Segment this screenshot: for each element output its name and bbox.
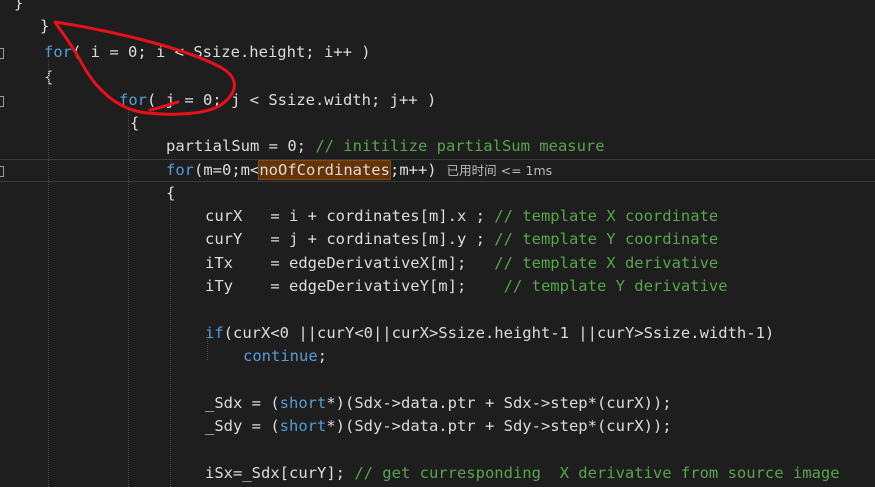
code-line[interactable]: iTx = edgeDerivativeX[m]; // template X … (0, 252, 875, 275)
code-text: for(m=0;m<noOfCordinates;m++) 已用时间 <= 1ms (166, 160, 553, 180)
code-line[interactable]: } (0, 15, 875, 38)
code-text: for( j = 0; j < Ssize.width; j++ ) (119, 91, 437, 109)
code-line[interactable]: { (0, 112, 875, 135)
indent-guide (48, 60, 49, 487)
collapse-marker[interactable] (0, 96, 4, 107)
code-text: iTx = edgeDerivativeX[m]; // template X … (205, 254, 719, 272)
code-line[interactable] (0, 298, 875, 321)
collapse-marker[interactable] (0, 48, 4, 59)
code-text: continue; (243, 347, 327, 365)
code-line[interactable]: if(curX<0 ||curY<0||curX>Ssize.height-1 … (0, 322, 875, 345)
code-line[interactable]: { (0, 66, 875, 89)
code-line[interactable]: _Sdx = (short*)(Sdx->data.ptr + Sdx->ste… (0, 392, 875, 415)
code-line[interactable]: curY = j + cordinates[m].y ; // template… (0, 228, 875, 251)
code-line[interactable]: for( i = 0; i < Ssize.height; i++ ) (0, 41, 875, 64)
collapse-marker[interactable] (0, 166, 4, 177)
code-line[interactable]: { (0, 182, 875, 205)
code-text: curX = i + cordinates[m].x ; // template… (205, 207, 719, 225)
code-line[interactable]: _Sdy = (short*)(Sdy->data.ptr + Sdy->ste… (0, 415, 875, 438)
code-line[interactable] (0, 368, 875, 391)
code-text: _Sdy = (short*)(Sdy->data.ptr + Sdy->ste… (205, 417, 672, 435)
code-line[interactable]: iTy = edgeDerivativeY[m]; // template Y … (0, 275, 875, 298)
code-text: { (130, 114, 140, 132)
code-comment: // get curresponding X derivative from s… (354, 464, 840, 482)
code-line[interactable]: for( j = 0; j < Ssize.width; j++ ) (0, 89, 875, 112)
keyword: short (279, 394, 327, 412)
code-text: if(curX<0 ||curY<0||curX>Ssize.height-1 … (205, 324, 775, 342)
code-text: for( i = 0; i < Ssize.height; i++ ) (44, 43, 371, 61)
indent-guide (207, 335, 208, 360)
code-line[interactable]: continue; (0, 345, 875, 368)
indent-guide (170, 200, 171, 487)
code-line[interactable]: iSx=_Sdx[curY]; // get curresponding X d… (0, 462, 875, 485)
code-line[interactable] (0, 438, 875, 461)
code-text: iTy = edgeDerivativeY[m]; // template Y … (205, 277, 728, 295)
code-text: partialSum = 0; // initilize partialSum … (166, 137, 605, 155)
code-comment: // template X derivative (494, 254, 719, 272)
code-text: iSx=_Sdx[curY]; // get curresponding X d… (205, 464, 840, 482)
perf-tip: 已用时间 <= 1ms (446, 163, 553, 178)
code-line[interactable]: partialSum = 0; // initilize partialSum … (0, 135, 875, 158)
highlighted-identifier: noOfCordinates (258, 160, 391, 180)
code-text: _Sdx = (short*)(Sdx->data.ptr + Sdx->ste… (205, 394, 672, 412)
code-line[interactable]: for(m=0;m<noOfCordinates;m++) 已用时间 <= 1ms (0, 159, 875, 182)
code-editor[interactable]: }} for( i = 0; i < Ssize.height; i++ ){fo… (0, 0, 875, 487)
code-text: curY = j + cordinates[m].y ; // template… (205, 230, 719, 248)
keyword: for (44, 43, 72, 61)
indent-guide (128, 108, 129, 487)
keyword: for (166, 161, 194, 179)
keyword: for (119, 91, 147, 109)
code-text: } (14, 0, 24, 12)
code-comment: // template Y derivative (503, 277, 728, 295)
code-comment: // template X coordinate (494, 207, 719, 225)
code-comment: // initilize partialSum measure (315, 137, 605, 155)
code-line[interactable]: curX = i + cordinates[m].x ; // template… (0, 205, 875, 228)
code-text: } (40, 17, 50, 35)
code-line[interactable]: } (0, 0, 875, 15)
keyword: short (279, 417, 327, 435)
code-comment: // template Y coordinate (494, 230, 719, 248)
keyword: continue (243, 347, 318, 365)
